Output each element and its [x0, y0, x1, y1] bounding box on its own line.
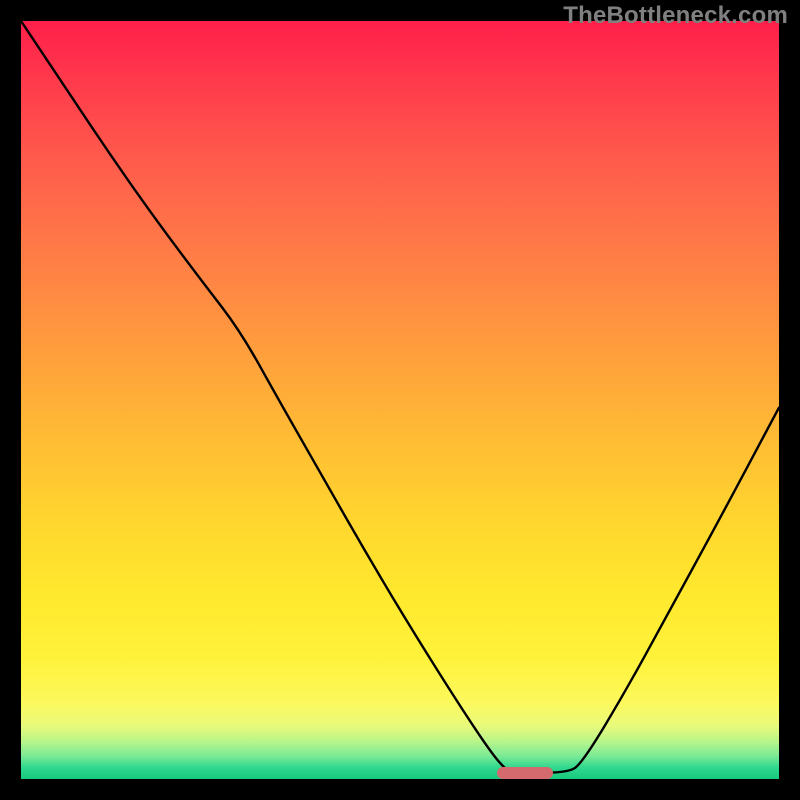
plot-area — [21, 21, 779, 779]
watermark-label: TheBottleneck.com — [563, 2, 788, 30]
chart-frame: TheBottleneck.com — [0, 0, 800, 800]
curve-path — [21, 21, 779, 773]
optimum-marker — [497, 767, 554, 779]
bottleneck-curve — [21, 21, 779, 779]
